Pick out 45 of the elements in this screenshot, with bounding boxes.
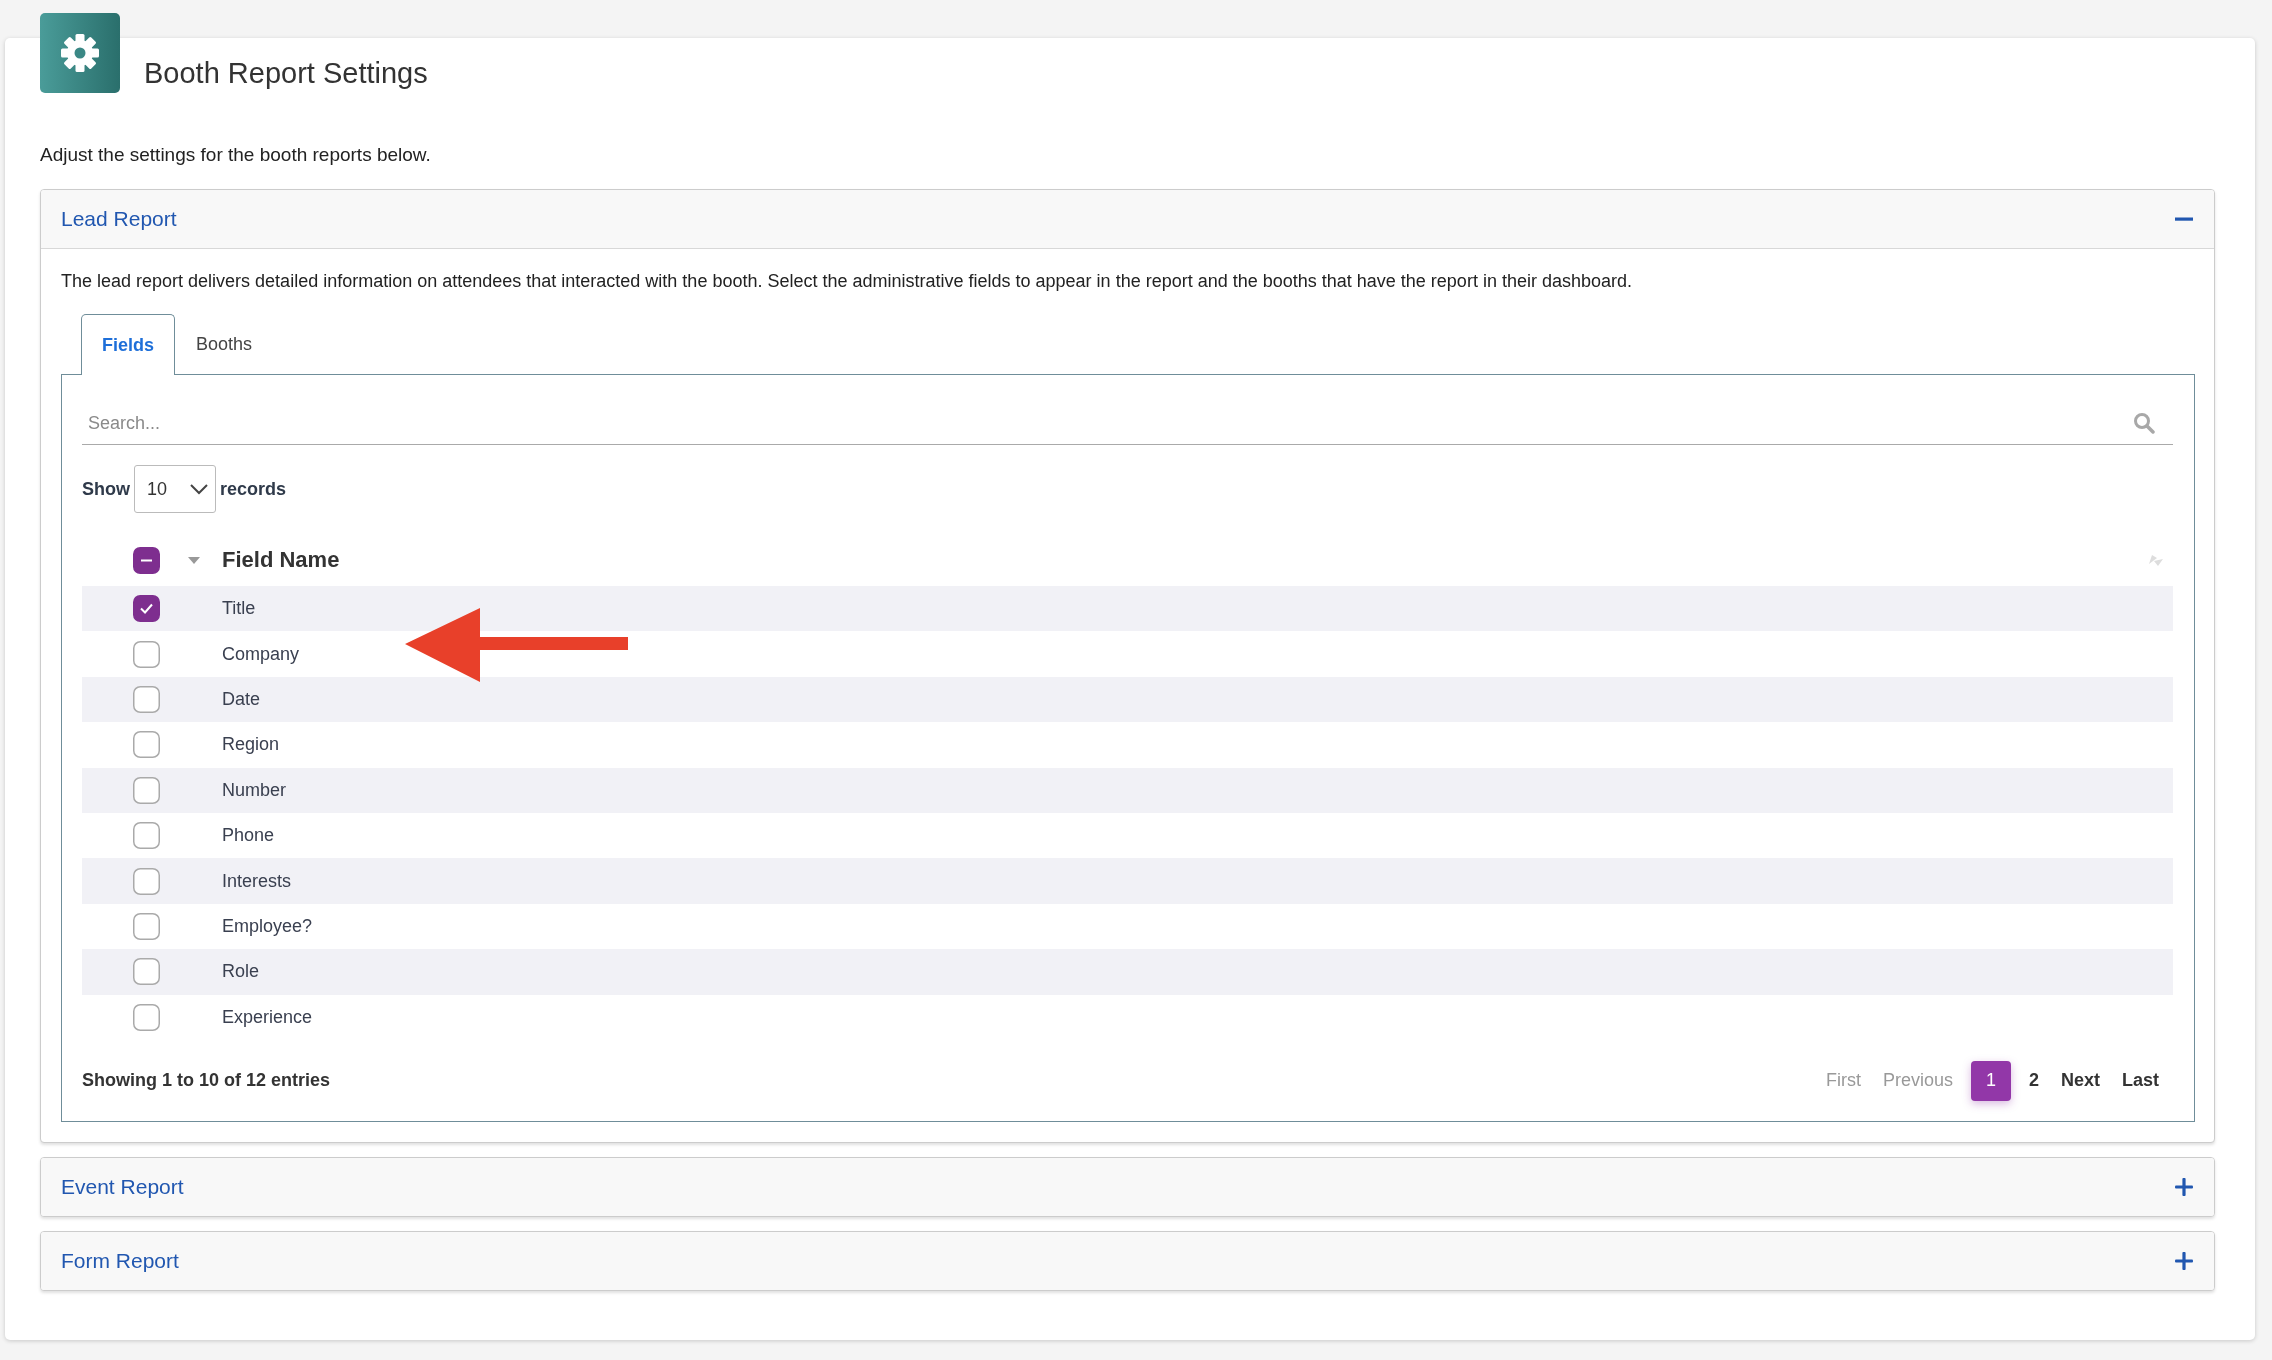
- search-icon[interactable]: [2133, 412, 2155, 434]
- expand-icon[interactable]: [2175, 1251, 2193, 1270]
- panel-title[interactable]: Form Report: [61, 1248, 179, 1273]
- tab[interactable]: Fields: [81, 314, 175, 375]
- checkbox[interactable]: [133, 776, 160, 804]
- table-cell: Employee?: [222, 915, 313, 937]
- intro-text: Adjust the settings for the booth reports below.: [40, 143, 432, 167]
- checkbox[interactable]: [133, 822, 160, 850]
- tab[interactable]: Booths: [175, 314, 274, 374]
- table-cell: Company: [222, 643, 300, 665]
- table-cell: Number: [222, 779, 287, 801]
- table-cell: Interests: [222, 870, 292, 892]
- panel-title[interactable]: Lead Report: [61, 207, 177, 231]
- entries-summary: Showing 1 to 10 of 12 entries: [82, 1070, 331, 1092]
- page-size-select[interactable]: 10: [134, 465, 216, 513]
- caret-icon[interactable]: [188, 556, 200, 564]
- column-header[interactable]: Field Name: [222, 547, 2149, 573]
- report-description: The lead report delivers detailed information on attendees that interacted with the booth. Select the administrative fields to appear in the report and the booths that have the report in their dashboard.: [61, 270, 1633, 293]
- checkbox[interactable]: [133, 546, 160, 574]
- table-cell: Phone: [222, 825, 275, 847]
- show-label: Show: [82, 478, 130, 500]
- table-cell: Title: [222, 598, 256, 620]
- checkbox[interactable]: [133, 640, 160, 668]
- checkbox[interactable]: [133, 912, 160, 940]
- pagination-button[interactable]: Next: [2056, 1060, 2104, 1101]
- checkbox[interactable]: [133, 685, 160, 713]
- table-cell: Date: [222, 688, 261, 710]
- table-cell: Experience: [222, 1006, 313, 1028]
- expand-icon[interactable]: [2175, 1177, 2193, 1196]
- table-cell: Role: [222, 961, 260, 983]
- table-cell: Region: [222, 734, 280, 756]
- page-title: Booth Report Settings: [144, 56, 428, 91]
- chevron-icon: [189, 483, 209, 495]
- pagination-button[interactable]: Last: [2118, 1060, 2163, 1101]
- records-label: records: [220, 478, 287, 500]
- checkbox[interactable]: [133, 958, 160, 986]
- pagination-button[interactable]: 1: [1970, 1060, 2011, 1101]
- checkbox[interactable]: [133, 595, 160, 623]
- panel-title[interactable]: Event Report: [61, 1174, 184, 1199]
- checkbox[interactable]: [133, 1003, 160, 1031]
- checkbox[interactable]: [133, 731, 160, 759]
- pagination-button[interactable]: 2: [2024, 1060, 2043, 1101]
- search-field[interactable]: Search...: [82, 412, 2133, 434]
- checkbox[interactable]: [133, 867, 160, 895]
- sort-icon[interactable]: [2149, 554, 2163, 566]
